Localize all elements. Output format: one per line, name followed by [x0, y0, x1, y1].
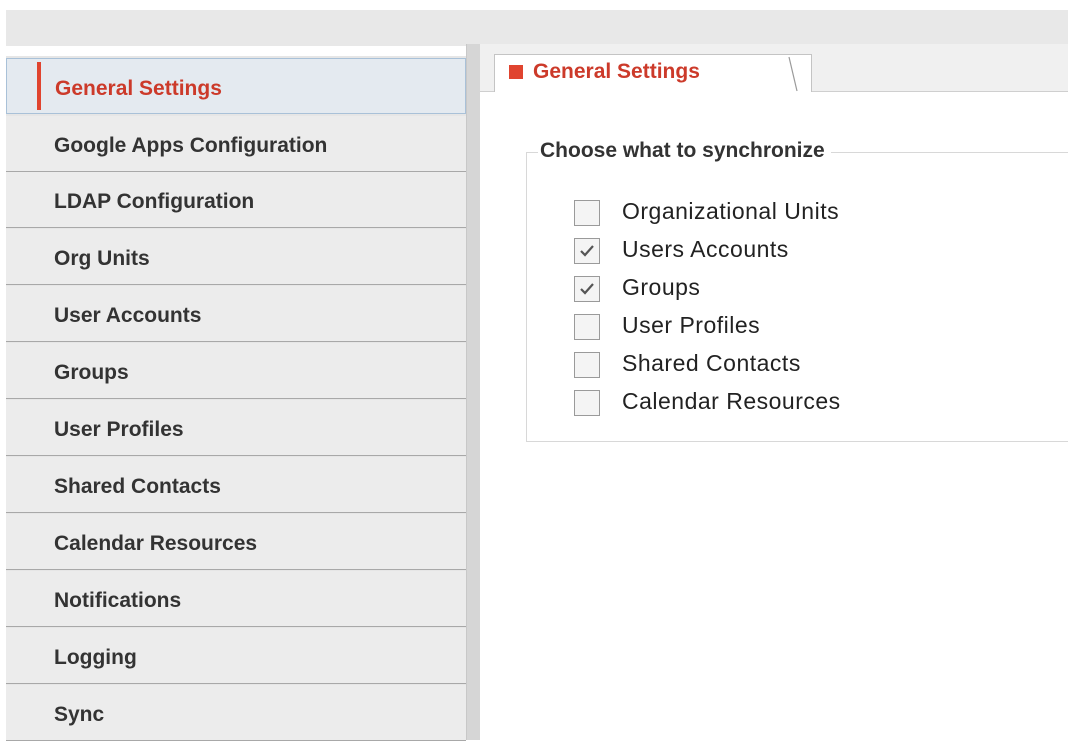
check-icon — [580, 283, 594, 295]
sidebar-item-label: User Profiles — [54, 418, 184, 441]
sidebar-item-org-units[interactable]: Org Units — [6, 229, 466, 285]
sidebar-item-ldap-configuration[interactable]: LDAP Configuration — [6, 172, 466, 228]
sidebar-item-label: LDAP Configuration — [54, 190, 255, 213]
checkbox-unchecked[interactable] — [574, 390, 600, 416]
sidebar-item-general-settings[interactable]: General Settings — [6, 58, 466, 114]
main-panel: General Settings Choose what to synchron… — [480, 44, 1068, 740]
option-label: Shared Contacts — [622, 350, 801, 376]
checkbox-unchecked[interactable] — [574, 314, 600, 340]
option-label: Groups — [622, 274, 701, 300]
settings-sidebar: General Settings Google Apps Configurati… — [6, 56, 466, 741]
sidebar-item-label: Google Apps Configuration — [54, 134, 328, 157]
top-bar — [0, 0, 1068, 46]
sidebar-item-logging[interactable]: Logging — [6, 628, 466, 684]
sidebar-item-label: Sync — [54, 703, 105, 726]
sidebar-item-label: Groups — [54, 361, 129, 384]
sidebar-item-label: Org Units — [54, 247, 150, 270]
sidebar-item-label: Calendar Resources — [54, 532, 258, 555]
checkbox-unchecked[interactable] — [574, 352, 600, 378]
tab-corner-icon — [788, 56, 798, 92]
checkbox-unchecked[interactable] — [574, 200, 600, 226]
sidebar-item-groups[interactable]: Groups — [6, 343, 466, 399]
sidebar-item-label: Notifications — [54, 589, 182, 612]
option-label: Users Accounts — [622, 236, 789, 262]
sidebar-item-sync[interactable]: Sync — [6, 685, 466, 741]
sync-options-title: Choose what to synchronize — [538, 139, 831, 163]
checkbox-checked[interactable] — [574, 238, 600, 264]
tab-label: General Settings — [533, 60, 700, 83]
sidebar-item-notifications[interactable]: Notifications — [6, 571, 466, 627]
option-label: Calendar Resources — [622, 388, 841, 414]
sidebar-item-user-accounts[interactable]: User Accounts — [6, 286, 466, 342]
active-indicator — [37, 62, 41, 110]
top-strip — [6, 10, 1068, 46]
sidebar-item-google-apps-configuration[interactable]: Google Apps Configuration — [6, 116, 466, 172]
sidebar-item-label: Shared Contacts — [54, 475, 221, 498]
sidebar-item-label: User Accounts — [54, 304, 202, 327]
checkbox-checked[interactable] — [574, 276, 600, 302]
tab-general-settings[interactable]: General Settings — [494, 54, 812, 92]
splitter[interactable] — [466, 44, 480, 740]
sidebar-item-label: General Settings — [55, 77, 222, 100]
option-label: User Profiles — [622, 312, 761, 338]
sidebar-item-calendar-resources[interactable]: Calendar Resources — [6, 514, 466, 570]
tab-bar: General Settings — [480, 44, 1068, 92]
tab-square-icon — [509, 65, 523, 79]
sidebar-item-label: Logging — [54, 646, 137, 669]
sidebar-item-user-profiles[interactable]: User Profiles — [6, 400, 466, 456]
check-icon — [580, 245, 594, 257]
option-label: Organizational Units — [622, 198, 840, 224]
sidebar-item-shared-contacts[interactable]: Shared Contacts — [6, 457, 466, 513]
